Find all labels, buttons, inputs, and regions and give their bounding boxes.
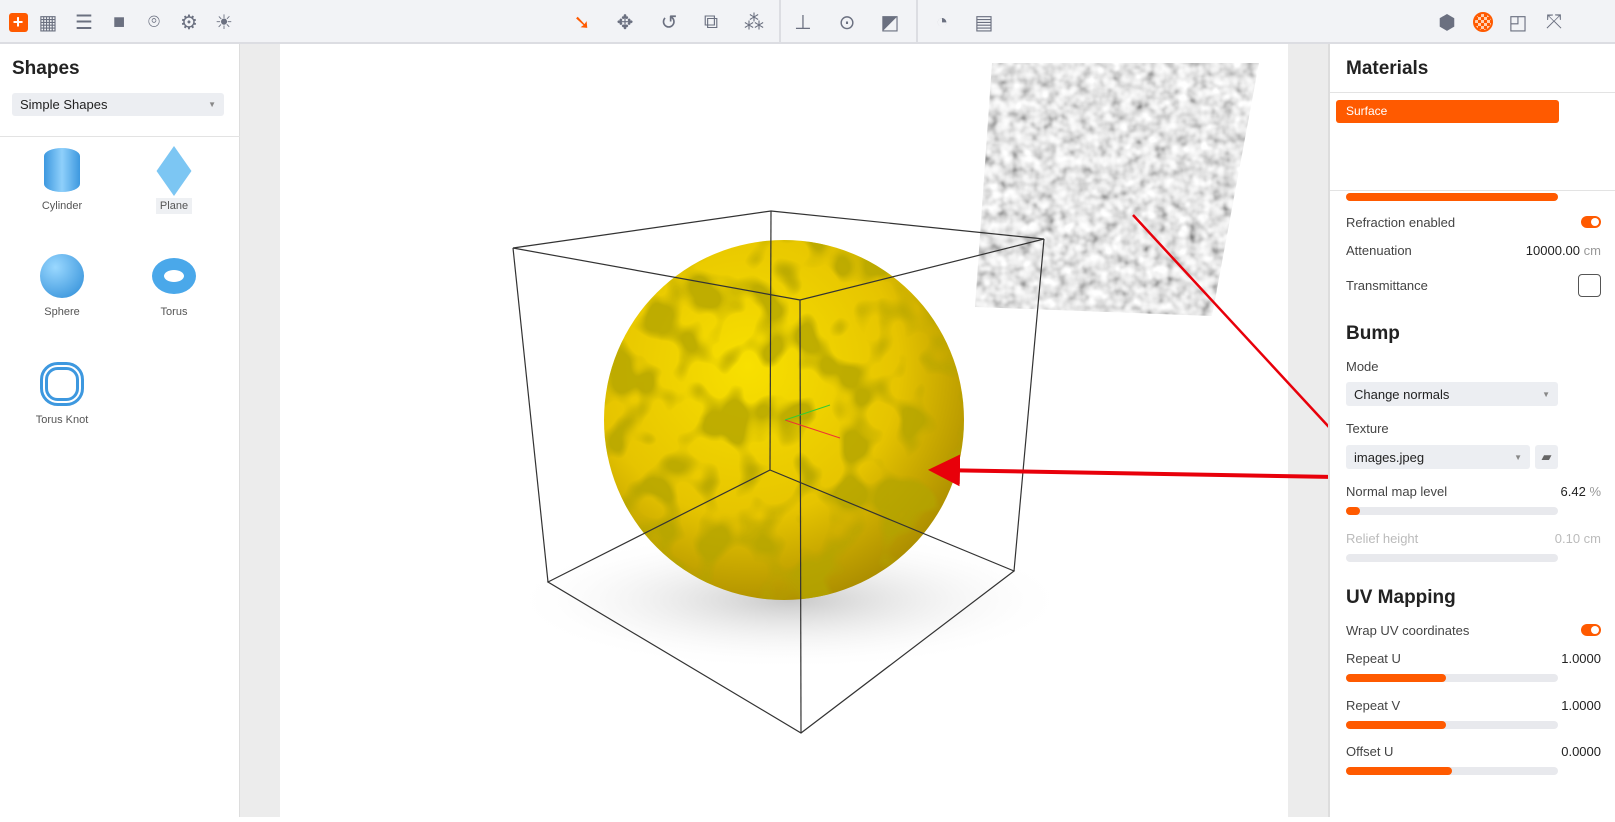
shape-torus[interactable]: Torus bbox=[124, 254, 224, 318]
offset-u-label: Offset U bbox=[1346, 744, 1393, 759]
gear-icon[interactable]: ⚙ bbox=[175, 8, 203, 36]
top-slider[interactable] bbox=[1346, 193, 1558, 201]
repeat-u-value[interactable]: 1.0000 bbox=[1561, 651, 1601, 666]
explode-icon[interactable]: ⁂ bbox=[740, 8, 768, 36]
normal-map-value[interactable]: 6.42 % bbox=[1561, 484, 1602, 499]
move-icon[interactable]: ✥ bbox=[611, 8, 639, 36]
refraction-toggle[interactable] bbox=[1581, 216, 1601, 228]
light-icon[interactable]: ☀ bbox=[210, 8, 238, 36]
plane-icon bbox=[157, 146, 192, 196]
texture-select[interactable]: images.jpeg▼ bbox=[1346, 445, 1530, 469]
material-checker-icon[interactable] bbox=[1469, 8, 1497, 36]
offset-u-value[interactable]: 0.0000 bbox=[1561, 744, 1601, 759]
repeat-v-value[interactable]: 1.0000 bbox=[1561, 698, 1601, 713]
select-arrow-icon[interactable]: ➘ bbox=[568, 8, 596, 36]
slider-fill bbox=[1346, 767, 1452, 775]
animation-icon[interactable]: ◔ bbox=[928, 8, 956, 36]
wrap-uv-label: Wrap UV coordinates bbox=[1346, 623, 1469, 638]
relief-height-label: Relief height bbox=[1346, 531, 1418, 546]
open-folder-button[interactable]: ▰ bbox=[1535, 445, 1558, 469]
repeat-u-label: Repeat U bbox=[1346, 651, 1401, 666]
list-icon[interactable]: ☰ bbox=[70, 8, 98, 36]
fullscreen-icon[interactable]: ⤧ bbox=[1540, 8, 1568, 36]
texture-label: Texture bbox=[1346, 421, 1389, 436]
ground-icon[interactable]: ⊥ bbox=[789, 8, 817, 36]
shapes-panel: Shapes Simple Shapes ▼ Cylinder Plane Sph… bbox=[0, 44, 240, 817]
normal-map-slider[interactable] bbox=[1346, 507, 1558, 515]
slider-fill bbox=[1346, 507, 1360, 515]
rotate-icon[interactable]: ↺ bbox=[655, 8, 683, 36]
panel-icon[interactable]: ◰ bbox=[1504, 8, 1532, 36]
normal-map-label: Normal map level bbox=[1346, 484, 1447, 499]
repeat-v-label: Repeat V bbox=[1346, 698, 1400, 713]
repeat-u-slider[interactable] bbox=[1346, 674, 1558, 682]
slider-fill bbox=[1346, 721, 1446, 729]
repeat-v-slider[interactable] bbox=[1346, 721, 1558, 729]
chevron-down-icon: ▼ bbox=[208, 100, 216, 109]
cylinder-icon bbox=[44, 148, 80, 192]
materials-panel: Materials Surface Refraction enabled Att… bbox=[1328, 44, 1615, 817]
shape-plane[interactable]: Plane bbox=[124, 148, 224, 212]
shape-category-select[interactable]: Simple Shapes ▼ bbox=[12, 93, 224, 116]
clapper-icon[interactable]: ▤ bbox=[970, 8, 998, 36]
shape-sphere[interactable]: Sphere bbox=[12, 254, 112, 318]
mode-label: Mode bbox=[1346, 359, 1379, 374]
select-value: Simple Shapes bbox=[20, 97, 107, 112]
bump-heading: Bump bbox=[1346, 323, 1400, 345]
add-icon[interactable]: + bbox=[4, 8, 32, 36]
chevron-down-icon: ▼ bbox=[1542, 390, 1550, 399]
shape-cylinder[interactable]: Cylinder bbox=[12, 148, 112, 212]
scene bbox=[240, 44, 1328, 817]
torus-icon bbox=[152, 258, 196, 294]
transmittance-color-swatch[interactable] bbox=[1578, 274, 1601, 297]
toolbar: + ▦ ☰ ■ ⌾ ⚙ ☀ ➘ ✥ ↺ ⧉ ⁂ ⊥ ⊙ ◩ ◔ ▤ ⬢ ◰ ⤧ bbox=[0, 0, 1615, 44]
relief-height-slider bbox=[1346, 554, 1558, 562]
scale-icon[interactable]: ⧉ bbox=[697, 8, 725, 36]
uv-mapping-heading: UV Mapping bbox=[1346, 587, 1456, 609]
cube-icon[interactable]: ⬢ bbox=[1433, 8, 1461, 36]
camera-icon[interactable]: ■ bbox=[105, 8, 133, 36]
bump-mode-select[interactable]: Change normals▼ bbox=[1346, 382, 1558, 406]
panel-title: Shapes bbox=[12, 58, 80, 80]
sphere-icon bbox=[40, 254, 84, 298]
panel-title: Materials bbox=[1346, 58, 1428, 80]
3d-viewport[interactable] bbox=[240, 44, 1328, 817]
attenuation-label: Attenuation bbox=[1346, 243, 1412, 258]
attenuation-value[interactable]: 10000.00 cm bbox=[1526, 243, 1601, 258]
chevron-down-icon: ▼ bbox=[1514, 453, 1522, 462]
wrap-uv-toggle[interactable] bbox=[1581, 624, 1601, 636]
transmittance-label: Transmittance bbox=[1346, 278, 1428, 293]
offset-u-slider[interactable] bbox=[1346, 767, 1558, 775]
focus-icon[interactable]: ⌾ bbox=[140, 8, 168, 36]
slider-fill bbox=[1346, 193, 1558, 201]
zoom-object-icon[interactable]: ⊙ bbox=[833, 8, 861, 36]
shape-torus-knot[interactable]: Torus Knot bbox=[12, 362, 112, 426]
relief-height-value: 0.10 cm bbox=[1555, 531, 1601, 546]
slider-fill bbox=[1346, 674, 1446, 682]
grid-icon[interactable]: ▦ bbox=[34, 8, 62, 36]
refraction-label: Refraction enabled bbox=[1346, 215, 1455, 230]
material-item-surface[interactable]: Surface bbox=[1336, 100, 1559, 123]
torus-knot-icon bbox=[40, 362, 84, 406]
material-slope-icon[interactable]: ◩ bbox=[876, 8, 904, 36]
